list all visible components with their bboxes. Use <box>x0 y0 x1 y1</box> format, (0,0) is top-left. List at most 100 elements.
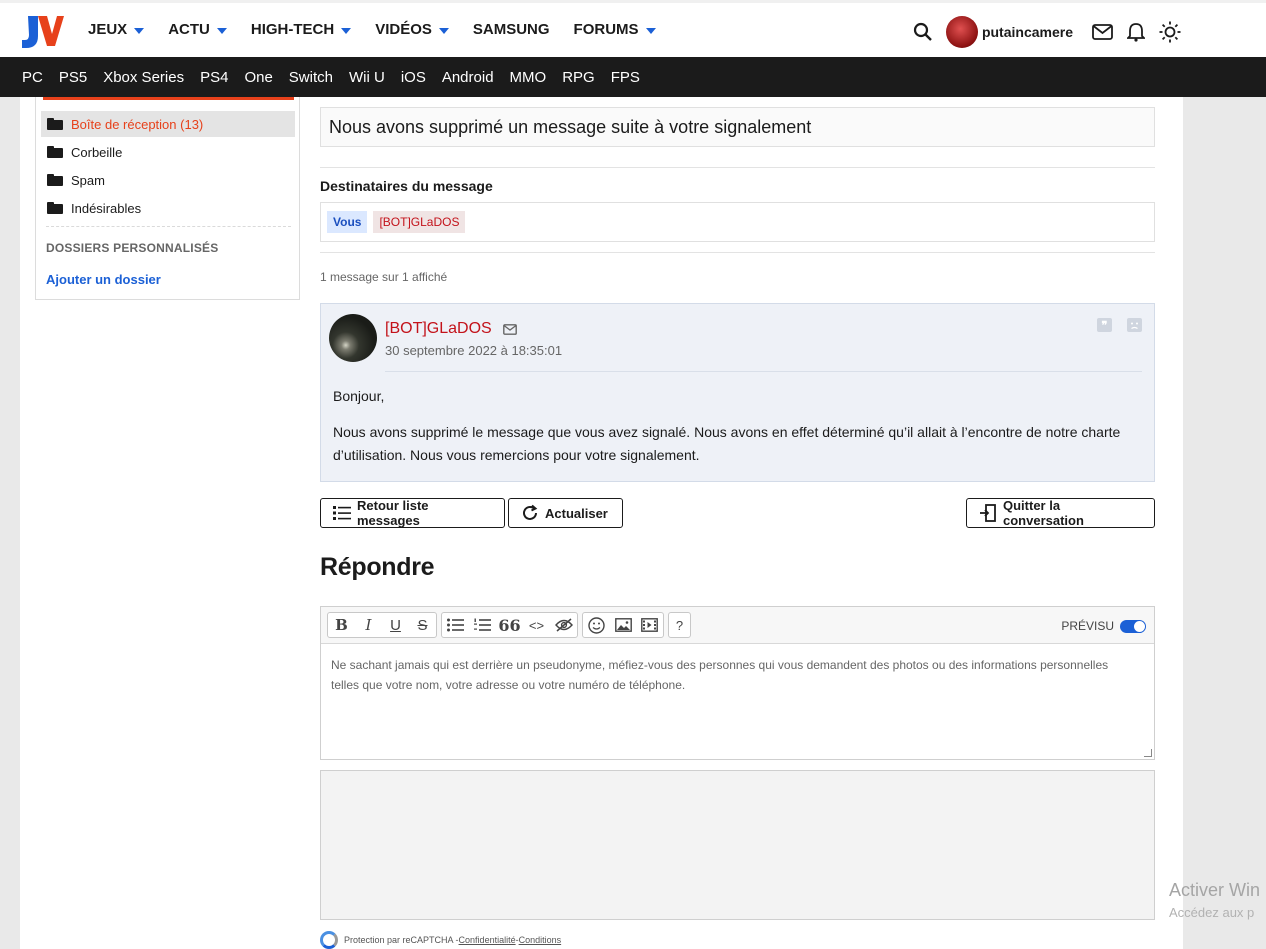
video-icon[interactable] <box>636 613 663 637</box>
nav-high-tech[interactable]: HIGH-TECH <box>251 21 352 38</box>
folder-trash[interactable]: Corbeille <box>41 139 295 165</box>
help-button[interactable]: ? <box>669 613 690 637</box>
folder-unwanted[interactable]: Indésirables <box>41 195 295 221</box>
username[interactable]: putaincamere <box>982 24 1073 40</box>
report-icon[interactable] <box>1127 318 1142 332</box>
recipients-box: Vous [BOT]GLaDOS <box>320 202 1155 242</box>
author-avatar[interactable] <box>329 314 377 362</box>
nav-actu[interactable]: ACTU <box>168 21 227 38</box>
back-to-list-button[interactable]: Retour liste messages <box>320 498 505 528</box>
search-icon[interactable] <box>912 21 934 43</box>
nav-jeux[interactable]: JEUX <box>88 21 145 38</box>
refresh-button[interactable]: Actualiser <box>508 498 623 528</box>
conversation-subject: Nous avons supprimé un message suite à v… <box>320 107 1155 147</box>
bell-icon[interactable] <box>1125 21 1147 43</box>
jv-logo[interactable] <box>20 12 64 50</box>
user-area: putaincamere <box>900 16 1181 48</box>
platform-link[interactable]: One <box>244 69 272 86</box>
nav-videos[interactable]: VIDÉOS <box>375 21 449 38</box>
chevron-down-icon <box>438 27 449 34</box>
smiley-icon[interactable] <box>583 613 610 637</box>
reply-editor: B I U S 66 <> ? PRÉVISU Ne sachant jamai… <box>320 606 1155 760</box>
platform-link[interactable]: MMO <box>510 69 547 86</box>
theme-sun-icon[interactable] <box>1159 21 1181 43</box>
recipient-chip[interactable]: [BOT]GLaDOS <box>373 211 466 233</box>
bold-button[interactable]: B <box>328 613 355 637</box>
refresh-icon <box>521 504 539 522</box>
platform-link[interactable]: PC <box>22 69 43 86</box>
platform-link[interactable]: Xbox Series <box>103 69 184 86</box>
terms-link[interactable]: Conditions <box>519 935 562 945</box>
platform-nav: PC PS5 Xbox Series PS4 One Switch Wii U … <box>0 57 1266 97</box>
captcha-area[interactable] <box>320 770 1155 920</box>
right-gutter <box>1183 97 1266 949</box>
spoiler-icon[interactable] <box>550 613 577 637</box>
exit-icon <box>979 504 997 522</box>
message-count: 1 message sur 1 affiché <box>320 270 448 284</box>
mailbox-sidebar: Boîte de réception (13) Corbeille Spam I… <box>35 97 300 300</box>
block-group: 66 <> <box>441 612 578 638</box>
chevron-down-icon <box>134 27 145 34</box>
folder-icon <box>47 202 63 214</box>
list-icon <box>333 505 351 521</box>
folder-icon <box>47 146 63 158</box>
accent-bar <box>43 97 294 100</box>
platform-link[interactable]: Android <box>442 69 494 86</box>
nav-samsung[interactable]: SAMSUNG <box>473 21 550 38</box>
preview-label: PRÉVISU <box>1061 619 1114 633</box>
mail-icon[interactable] <box>1091 21 1113 43</box>
platform-link[interactable]: Wii U <box>349 69 385 86</box>
private-message-icon[interactable] <box>502 323 517 335</box>
recaptcha-icon <box>320 931 338 949</box>
platform-link[interactable]: FPS <box>611 69 640 86</box>
folder-spam[interactable]: Spam <box>41 167 295 193</box>
windows-activation-subtext: Accédez aux p <box>1169 905 1255 920</box>
chevron-down-icon <box>341 27 352 34</box>
nav-forums[interactable]: FORUMS <box>574 21 656 38</box>
italic-button[interactable]: I <box>355 613 382 637</box>
underline-button[interactable]: U <box>382 613 409 637</box>
folder-inbox[interactable]: Boîte de réception (13) <box>41 111 295 137</box>
code-icon[interactable]: <> <box>523 613 550 637</box>
reply-title: Répondre <box>320 553 435 581</box>
platform-link[interactable]: iOS <box>401 69 426 86</box>
media-group <box>582 612 664 638</box>
recaptcha-notice: Protection par reCAPTCHA - Confidentiali… <box>320 931 561 949</box>
divider <box>320 252 1155 253</box>
folder-icon <box>47 174 63 186</box>
divider <box>46 226 291 227</box>
main-nav: JEUX ACTU HIGH-TECH VIDÉOS SAMSUNG FORUM… <box>88 21 680 38</box>
message-card: [BOT]GLaDOS 30 septembre 2022 à 18:35:01… <box>320 303 1155 482</box>
chevron-down-icon <box>645 27 656 34</box>
recipients-title: Destinataires du message <box>320 178 493 194</box>
message-paragraph: Bonjour, <box>333 388 385 404</box>
custom-folders-title: DOSSIERS PERSONNALISÉS <box>46 241 219 255</box>
message-author: [BOT]GLaDOS <box>385 320 517 338</box>
user-avatar[interactable] <box>945 16 978 48</box>
preview-toggle[interactable] <box>1120 619 1146 633</box>
windows-activation-watermark: Activer Win <box>1169 880 1261 900</box>
help-group: ? <box>668 612 691 638</box>
preview-toggle-area: PRÉVISU <box>1061 619 1146 633</box>
numbered-list-icon[interactable] <box>469 613 496 637</box>
quote-block-icon[interactable]: 66 <box>496 613 523 637</box>
message-paragraph: Nous avons supprimé le message que vous … <box>333 424 1121 463</box>
platform-link[interactable]: Switch <box>289 69 333 86</box>
strike-button[interactable]: S <box>409 613 436 637</box>
author-name[interactable]: [BOT]GLaDOS <box>385 320 492 338</box>
platform-link[interactable]: PS4 <box>200 69 228 86</box>
image-icon[interactable] <box>610 613 637 637</box>
platform-link[interactable]: PS5 <box>59 69 87 86</box>
quote-icon[interactable]: ❞ <box>1097 318 1112 332</box>
add-folder-link[interactable]: Ajouter un dossier <box>46 272 161 287</box>
resize-handle[interactable] <box>1144 749 1152 757</box>
folder-icon <box>47 118 63 130</box>
bullet-list-icon[interactable] <box>442 613 469 637</box>
platform-link[interactable]: RPG <box>562 69 595 86</box>
recipient-chip[interactable]: Vous <box>327 211 368 233</box>
format-group: B I U S <box>327 612 437 638</box>
editor-toolbar: B I U S 66 <> ? PRÉVISU <box>321 607 1154 644</box>
reply-textarea[interactable]: Ne sachant jamais qui est derrière un ps… <box>331 655 1131 695</box>
leave-conversation-button[interactable]: Quitter la conversation <box>966 498 1155 528</box>
privacy-link[interactable]: Confidentialité <box>459 935 516 945</box>
